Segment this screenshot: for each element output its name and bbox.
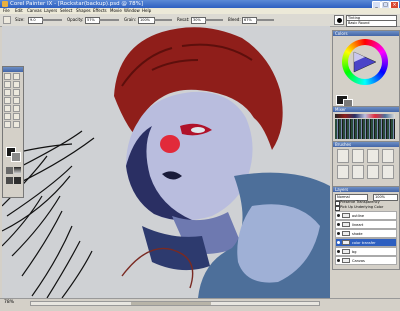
grain-label: Grain: xyxy=(124,17,137,22)
eraser-icon[interactable] xyxy=(4,81,11,88)
eye-icon[interactable] xyxy=(337,214,340,217)
weave-selector-icon[interactable] xyxy=(14,177,21,184)
grain-field[interactable]: 100% xyxy=(138,17,155,24)
document-canvas[interactable] xyxy=(2,26,330,298)
eye xyxy=(191,127,205,133)
pick-up-color-label: Pick Up Underlying Color xyxy=(340,205,384,209)
brush-icon[interactable] xyxy=(4,73,11,80)
dab-icon xyxy=(337,18,342,23)
eye-icon[interactable] xyxy=(337,250,340,253)
bleed-label: Bleed: xyxy=(228,17,241,22)
layers-panel: Layers Normal 100% Preserve Transparency… xyxy=(332,186,400,270)
eye-icon[interactable] xyxy=(337,241,340,244)
layer-thumbnail xyxy=(342,222,350,227)
layer-thumbnail xyxy=(342,231,350,236)
brush-chalk-icon[interactable] xyxy=(367,165,379,179)
layer-row[interactable]: Canvas xyxy=(335,256,397,265)
opacity-field[interactable]: 57% xyxy=(85,17,100,24)
layers-panel-title: Layers xyxy=(333,187,399,192)
resat-field[interactable]: 30% xyxy=(191,17,206,24)
selection-rectangle-icon[interactable] xyxy=(4,89,11,96)
layer-name: color transfer xyxy=(352,241,376,245)
paint-bucket-icon[interactable] xyxy=(13,81,20,88)
opacity-label: Opacity: xyxy=(67,17,84,22)
layer-row[interactable]: shade xyxy=(335,229,397,238)
layer-row[interactable]: bg xyxy=(335,247,397,256)
dropper-icon[interactable] xyxy=(13,73,20,80)
brush-panel: Brushes xyxy=(332,141,400,187)
cheek-blush xyxy=(160,135,180,153)
layer-row-selected[interactable]: color transfer xyxy=(335,238,397,247)
eye-icon[interactable] xyxy=(337,223,340,226)
colors-panel-title: Colors xyxy=(333,31,399,36)
resat-slider[interactable] xyxy=(205,19,223,21)
layer-name: Canvas xyxy=(352,259,365,263)
size-label: Size: xyxy=(15,17,25,22)
brush-airbrush-icon[interactable] xyxy=(352,149,364,163)
layer-thumbnail xyxy=(342,249,350,254)
text-icon[interactable] xyxy=(13,113,20,120)
size-slider[interactable] xyxy=(42,19,62,21)
magic-wand-icon[interactable] xyxy=(4,97,11,104)
crop-icon[interactable] xyxy=(4,105,11,112)
mixer-pad[interactable] xyxy=(335,119,395,139)
brush-tinting-icon[interactable] xyxy=(352,165,364,179)
gradient-selector-icon[interactable] xyxy=(14,167,21,174)
brush-blender-icon[interactable] xyxy=(337,165,349,179)
preserve-transparency-label: Preserve Transparency xyxy=(340,200,380,204)
pen-icon[interactable] xyxy=(13,105,20,112)
bleed-field[interactable]: 67% xyxy=(242,17,257,24)
layer-name: shade xyxy=(352,232,363,236)
size-field[interactable]: 9.0 xyxy=(28,17,43,24)
brush-oil-icon[interactable] xyxy=(382,149,394,163)
paper-selector-icon[interactable] xyxy=(6,167,13,174)
toolbox xyxy=(2,66,24,198)
brush-watercolor-icon[interactable] xyxy=(382,165,394,179)
mixer-swatches[interactable] xyxy=(335,114,395,118)
layer-name: lineart xyxy=(352,223,364,227)
artwork xyxy=(2,26,330,298)
resat-label: Resat: xyxy=(177,17,190,22)
layer-row[interactable]: lineart xyxy=(335,220,397,229)
brush-tool-icon[interactable] xyxy=(3,16,11,24)
move-icon[interactable] xyxy=(13,97,20,104)
magnifier-icon[interactable] xyxy=(4,121,11,128)
window-title: Corel Painter IX - [Rockstar(backup).psd… xyxy=(10,1,143,7)
app-icon xyxy=(2,1,8,7)
layer-row[interactable]: outline xyxy=(335,211,397,220)
brush-variant-select[interactable]: Basic Round xyxy=(346,20,397,27)
lasso-icon[interactable] xyxy=(13,89,20,96)
brush-dab-preview xyxy=(334,15,344,25)
additional-color-swatch[interactable] xyxy=(11,152,21,162)
grabber-icon[interactable] xyxy=(13,121,20,128)
eye-icon[interactable] xyxy=(337,259,340,262)
layer-name: outline xyxy=(352,214,365,218)
layer-thumbnail xyxy=(342,213,350,218)
eye-icon[interactable] xyxy=(337,232,340,235)
pattern-selector-icon[interactable] xyxy=(6,177,13,184)
mixer-panel: Mixer xyxy=(332,106,400,142)
layer-thumbnail xyxy=(342,240,350,245)
mixer-panel-title: Mixer xyxy=(333,107,399,112)
colors-panel: Colors xyxy=(332,30,400,108)
horizontal-scrollbar[interactable] xyxy=(30,301,320,306)
brush-pen-icon[interactable] xyxy=(367,149,379,163)
layer-name: bg xyxy=(352,250,357,254)
grain-slider[interactable] xyxy=(154,19,172,21)
bleed-slider[interactable] xyxy=(256,19,274,21)
scrollbar-thumb[interactable] xyxy=(131,302,211,305)
zoom-level[interactable]: 78% xyxy=(4,300,14,305)
layer-thumbnail xyxy=(342,258,350,263)
saturation-value-triangle[interactable] xyxy=(352,50,378,74)
brush-pencil-icon[interactable] xyxy=(337,149,349,163)
opacity-slider[interactable] xyxy=(99,19,119,21)
shape-icon[interactable] xyxy=(4,113,11,120)
